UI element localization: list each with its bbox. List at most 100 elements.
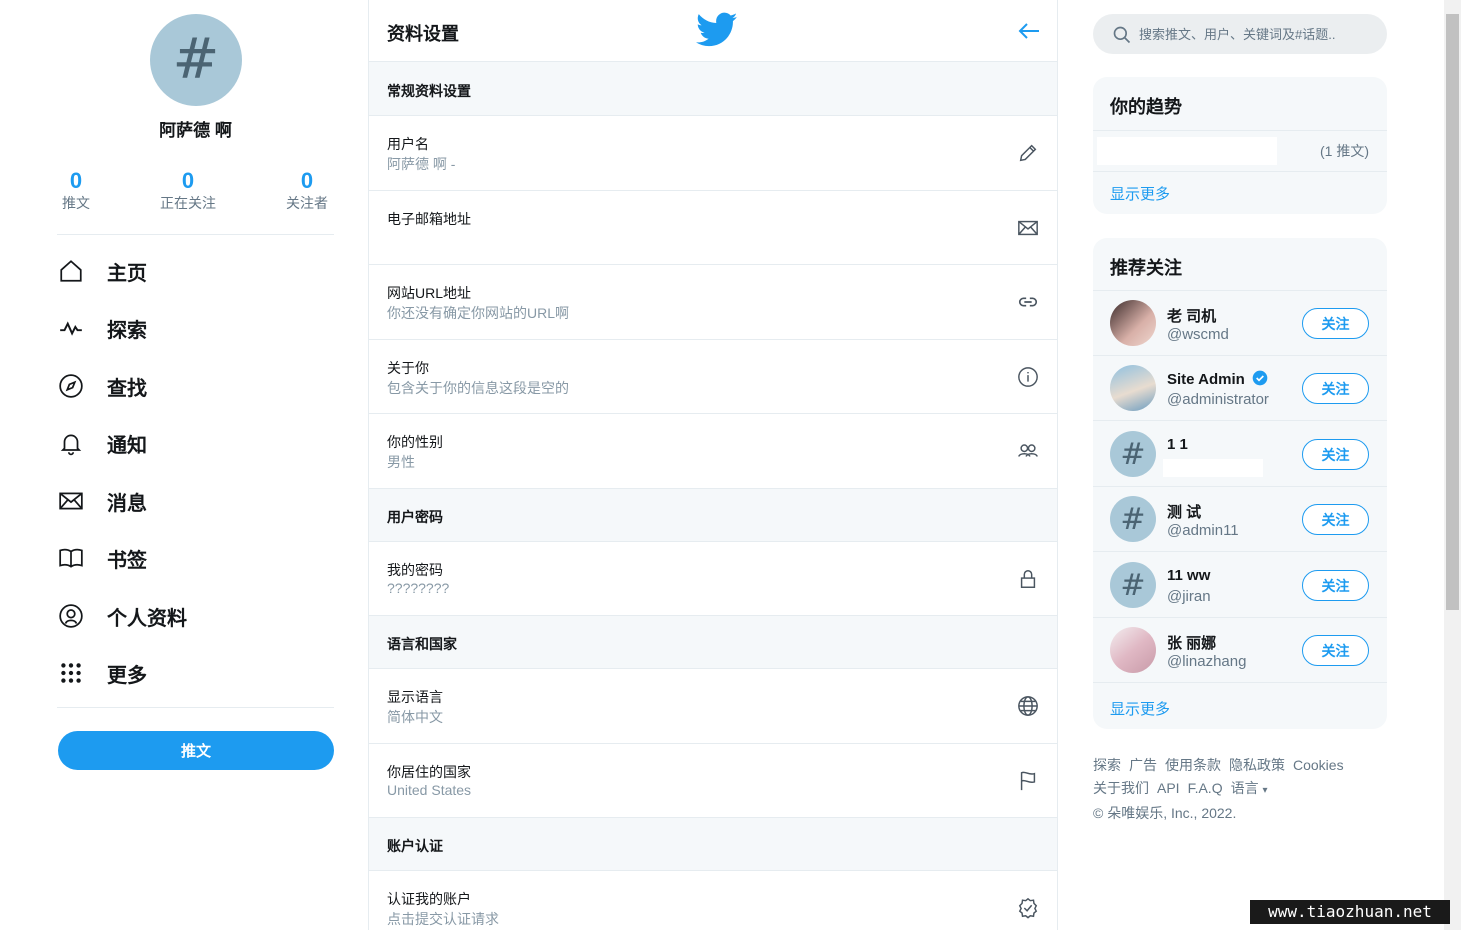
twitter-bird-icon[interactable] bbox=[696, 12, 738, 48]
row-gender-label: 你的性别 bbox=[387, 434, 443, 450]
follow-button[interactable]: 关注 bbox=[1302, 308, 1369, 339]
row-display-language[interactable]: 显示语言 简体中文 bbox=[369, 669, 1057, 744]
nav-explore-label: 探索 bbox=[107, 319, 147, 342]
nav-find-label: 查找 bbox=[107, 377, 147, 400]
user-avatar-photo[interactable] bbox=[1110, 627, 1156, 673]
profile-avatar[interactable]: # bbox=[150, 14, 242, 106]
row-about[interactable]: 关于你 包含关于你的信息这段是空的 bbox=[369, 340, 1057, 414]
envelope-icon bbox=[1018, 220, 1038, 236]
lock-icon bbox=[1020, 570, 1036, 588]
footer-link-about[interactable]: 关于我们 bbox=[1093, 780, 1149, 796]
row-country-label: 你居住的国家 bbox=[387, 764, 471, 780]
row-country[interactable]: 你居住的国家 United States bbox=[369, 744, 1057, 818]
home-icon bbox=[60, 260, 82, 282]
nav-messages[interactable]: 消息 bbox=[57, 481, 334, 521]
suggestions-card: 推荐关注 老 司机 @wscmd 关注 Site Admin @administ… bbox=[1093, 238, 1387, 729]
nav-home[interactable]: 主页 bbox=[57, 251, 334, 291]
row-verify[interactable]: 认证我的账户 点击提交认证请求 bbox=[369, 871, 1057, 930]
section-general-title: 常规资料设置 bbox=[387, 83, 471, 99]
stat-tweets-label: 推文 bbox=[62, 195, 90, 211]
nav-find[interactable]: 查找 bbox=[57, 366, 334, 406]
row-about-value: 包含关于你的信息这段是空的 bbox=[387, 380, 569, 396]
dots-grid-icon bbox=[61, 663, 81, 683]
user-avatar-default[interactable]: # bbox=[1110, 431, 1156, 477]
tweet-button[interactable]: 推文 bbox=[58, 731, 334, 770]
row-country-value: United States bbox=[387, 782, 472, 798]
row-about-label: 关于你 bbox=[387, 360, 429, 376]
footer-link-explore[interactable]: 探索 bbox=[1093, 757, 1121, 773]
row-gender[interactable]: 你的性别 男性 bbox=[369, 414, 1057, 489]
footer-link-cookies[interactable]: Cookies bbox=[1293, 757, 1344, 773]
suggested-user[interactable]: # 1 1 关注 bbox=[1093, 422, 1387, 487]
footer-language-dropdown[interactable]: 语言 ▾ bbox=[1231, 780, 1268, 796]
follow-button[interactable]: 关注 bbox=[1302, 373, 1369, 404]
suggested-user[interactable]: # 11 ww @jiran 关注 bbox=[1093, 553, 1387, 618]
section-verify-title: 账户认证 bbox=[387, 838, 443, 854]
row-username[interactable]: 用户名 阿萨德 啊 - bbox=[369, 116, 1057, 191]
trends-card: 你的趋势 (1 推文) 显示更多 bbox=[1093, 77, 1387, 214]
nav-bookmarks[interactable]: 书签 bbox=[57, 538, 334, 578]
user-name: Site Admin bbox=[1167, 370, 1268, 388]
suggested-user[interactable]: Site Admin @administrator 关注 bbox=[1093, 356, 1387, 421]
user-avatar-photo[interactable] bbox=[1110, 365, 1156, 411]
settings-panel: 资料设置 常规资料设置 用户名 阿萨德 啊 - 电子邮箱地址 网站URL地址 你… bbox=[368, 0, 1058, 930]
follow-button[interactable]: 关注 bbox=[1302, 439, 1369, 470]
suggested-user[interactable]: 张 丽娜 @linazhang 关注 bbox=[1093, 618, 1387, 683]
nav-more-label: 更多 bbox=[107, 664, 147, 687]
stat-followers-count: 0 bbox=[300, 168, 314, 193]
row-website-label: 网站URL地址 bbox=[387, 285, 472, 301]
footer-link-api[interactable]: API bbox=[1157, 780, 1180, 796]
nav-more[interactable]: 更多 bbox=[57, 653, 334, 693]
row-verify-value: 点击提交认证请求 bbox=[387, 911, 499, 927]
scrollbar-thumb[interactable] bbox=[1446, 14, 1459, 610]
footer-link-ads[interactable]: 广告 bbox=[1129, 757, 1157, 773]
flag-icon bbox=[1020, 771, 1036, 791]
user-name: 1 1 bbox=[1167, 436, 1188, 453]
nav-notifications[interactable]: 通知 bbox=[57, 423, 334, 463]
nav-profile-label: 个人资料 bbox=[107, 607, 187, 630]
row-email[interactable]: 电子邮箱地址 bbox=[369, 191, 1057, 265]
profile-name[interactable]: 阿萨德 啊 bbox=[57, 116, 334, 141]
user-avatar-default[interactable]: # bbox=[1110, 562, 1156, 608]
row-password-value: ???????? bbox=[387, 580, 450, 596]
suggested-user[interactable]: # 测 试 @admin11 关注 bbox=[1093, 487, 1387, 552]
trend-item-redacted[interactable] bbox=[1097, 137, 1277, 165]
search-box[interactable] bbox=[1093, 14, 1387, 54]
stat-following[interactable]: 0 正在关注 bbox=[143, 168, 233, 212]
envelope-icon bbox=[59, 492, 83, 510]
verified-check-icon bbox=[1252, 370, 1268, 386]
follow-button[interactable]: 关注 bbox=[1302, 635, 1369, 666]
trends-show-more-link[interactable]: 显示更多 bbox=[1110, 183, 1170, 204]
suggestions-show-more-link[interactable]: 显示更多 bbox=[1110, 698, 1170, 719]
nav-profile[interactable]: 个人资料 bbox=[57, 596, 334, 636]
user-avatar-photo[interactable] bbox=[1110, 300, 1156, 346]
footer-link-privacy[interactable]: 隐私政策 bbox=[1229, 757, 1285, 773]
follow-button[interactable]: 关注 bbox=[1302, 504, 1369, 535]
divider bbox=[57, 707, 334, 708]
stat-tweets-count: 0 bbox=[69, 168, 83, 193]
row-email-label: 电子邮箱地址 bbox=[387, 211, 471, 227]
page-title: 资料设置 bbox=[387, 24, 459, 44]
user-avatar-default[interactable]: # bbox=[1110, 496, 1156, 542]
search-input[interactable] bbox=[1139, 22, 1369, 46]
stat-followers[interactable]: 0 关注者 bbox=[262, 168, 352, 212]
section-general: 常规资料设置 bbox=[369, 62, 1057, 116]
row-website-value: 你还没有确定你网站的URL啊 bbox=[387, 305, 570, 321]
nav-explore[interactable]: 探索 bbox=[57, 308, 334, 348]
back-arrow-icon[interactable] bbox=[1017, 20, 1041, 42]
user-handle: @linazhang bbox=[1167, 653, 1247, 670]
row-username-label: 用户名 bbox=[387, 136, 429, 152]
follow-button[interactable]: 关注 bbox=[1302, 570, 1369, 601]
footer-link-faq[interactable]: F.A.Q bbox=[1188, 780, 1223, 796]
avatar-hash-glyph: # bbox=[1120, 567, 1146, 603]
bell-icon bbox=[60, 434, 82, 456]
suggested-user[interactable]: 老 司机 @wscmd 关注 bbox=[1093, 291, 1387, 356]
caret-down-icon: ▾ bbox=[1262, 785, 1268, 796]
footer-link-terms[interactable]: 使用条款 bbox=[1165, 757, 1221, 773]
info-icon bbox=[1018, 367, 1038, 387]
row-website[interactable]: 网站URL地址 你还没有确定你网站的URL啊 bbox=[369, 265, 1057, 340]
row-username-value: 阿萨德 啊 - bbox=[387, 156, 456, 172]
section-password: 用户密码 bbox=[369, 489, 1057, 542]
row-password[interactable]: 我的密码 ???????? bbox=[369, 542, 1057, 616]
stat-tweets[interactable]: 0 推文 bbox=[31, 168, 121, 212]
